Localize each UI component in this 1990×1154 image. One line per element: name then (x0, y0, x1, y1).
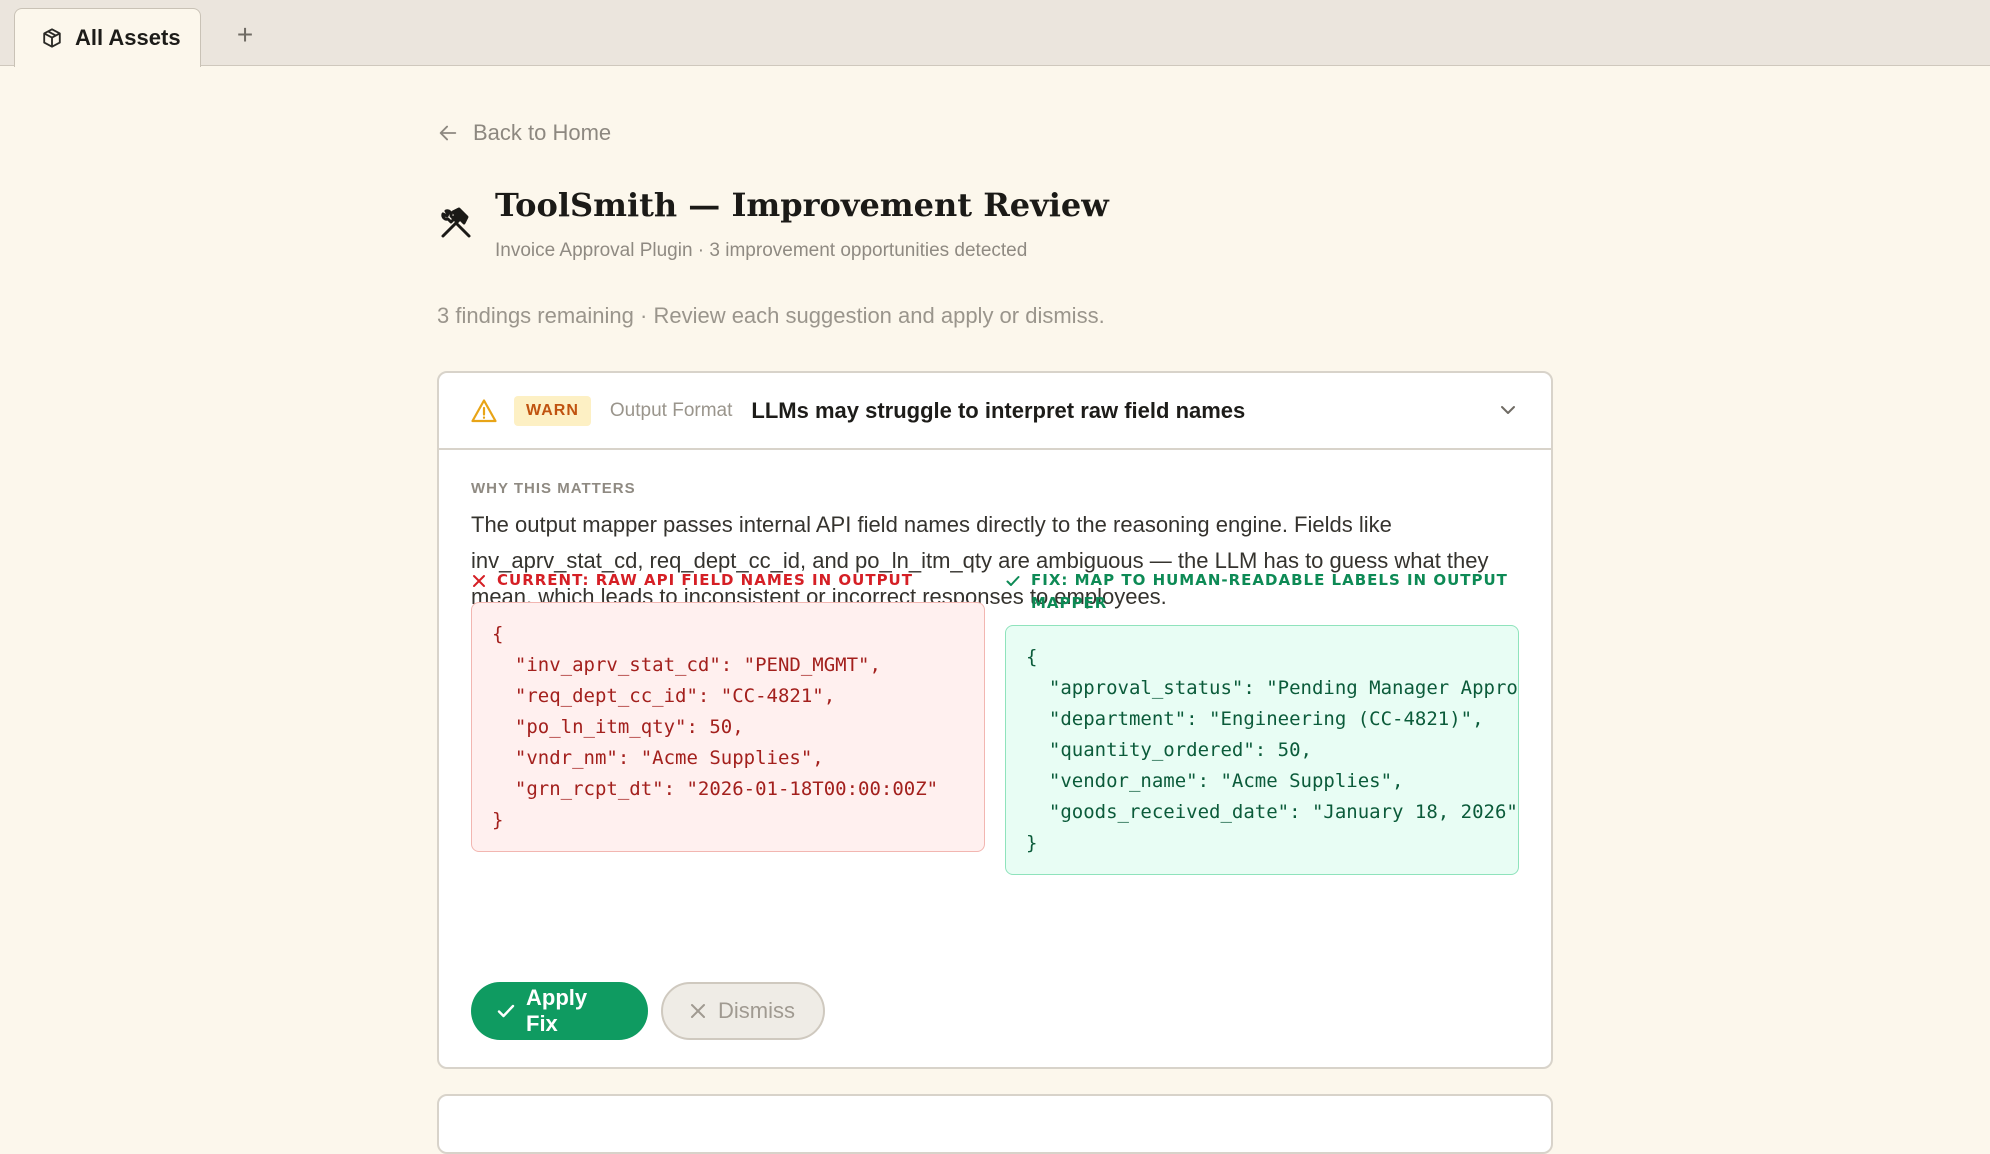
new-tab-button[interactable]: + (232, 21, 258, 49)
finding-header[interactable]: WARN Output Format LLMs may struggle to … (439, 373, 1551, 450)
page-subtitle: Invoice Approval Plugin · 3 improvement … (495, 240, 1028, 261)
chevron-down-icon[interactable] (1497, 399, 1519, 421)
code-comparison: CURRENT: RAW API FIELD NAMES IN OUTPUT {… (471, 569, 1521, 889)
package-icon (41, 27, 63, 49)
finding-actions: Apply Fix Dismiss (471, 982, 825, 1040)
page-title: ToolSmith — Improvement Review (495, 186, 1109, 224)
tab-bar: All Assets + (0, 0, 1990, 67)
current-heading: CURRENT: RAW API FIELD NAMES IN OUTPUT (471, 569, 985, 592)
hammer-wrench-icon (439, 206, 473, 240)
dismiss-label: Dismiss (718, 998, 795, 1023)
fix-label: FIX: MAP TO HUMAN-READABLE LABELS IN OUT… (1031, 571, 1508, 612)
finding-title: LLMs may struggle to interpret raw field… (751, 397, 1246, 423)
apply-fix-button[interactable]: Apply Fix (471, 982, 648, 1040)
fix-code-block: { "approval_status": "Pending Manager Ap… (1005, 625, 1519, 875)
arrow-left-icon (437, 122, 459, 144)
tab-label: All Assets (75, 25, 181, 50)
check-icon (496, 1001, 516, 1021)
warning-triangle-icon (471, 398, 497, 424)
finding-card: WARN Output Format LLMs may struggle to … (437, 371, 1553, 1069)
tab-all-assets[interactable]: All Assets (14, 8, 201, 67)
apply-fix-label: Apply Fix (526, 985, 588, 1036)
why-label: WHY THIS MATTERS (471, 480, 636, 497)
x-icon (471, 573, 487, 589)
current-label: CURRENT: RAW API FIELD NAMES IN OUTPUT (497, 571, 913, 589)
current-column: CURRENT: RAW API FIELD NAMES IN OUTPUT {… (471, 569, 985, 852)
fix-column: FIX: MAP TO HUMAN-READABLE LABELS IN OUT… (1005, 569, 1519, 875)
back-label: Back to Home (473, 120, 612, 145)
finding-category: Output Format (609, 399, 733, 421)
findings-summary: 3 findings remaining · Review each sugge… (437, 303, 1105, 328)
x-icon (688, 1001, 708, 1021)
dismiss-button[interactable]: Dismiss (661, 982, 825, 1040)
current-code-block: { "inv_aprv_stat_cd": "PEND_MGMT", "req_… (471, 602, 985, 852)
back-to-home-link[interactable]: Back to Home (437, 118, 611, 148)
next-finding-card[interactable] (437, 1094, 1553, 1154)
severity-badge: WARN (514, 395, 591, 426)
fix-heading: FIX: MAP TO HUMAN-READABLE LABELS IN OUT… (1005, 569, 1519, 615)
check-icon (1005, 573, 1021, 589)
